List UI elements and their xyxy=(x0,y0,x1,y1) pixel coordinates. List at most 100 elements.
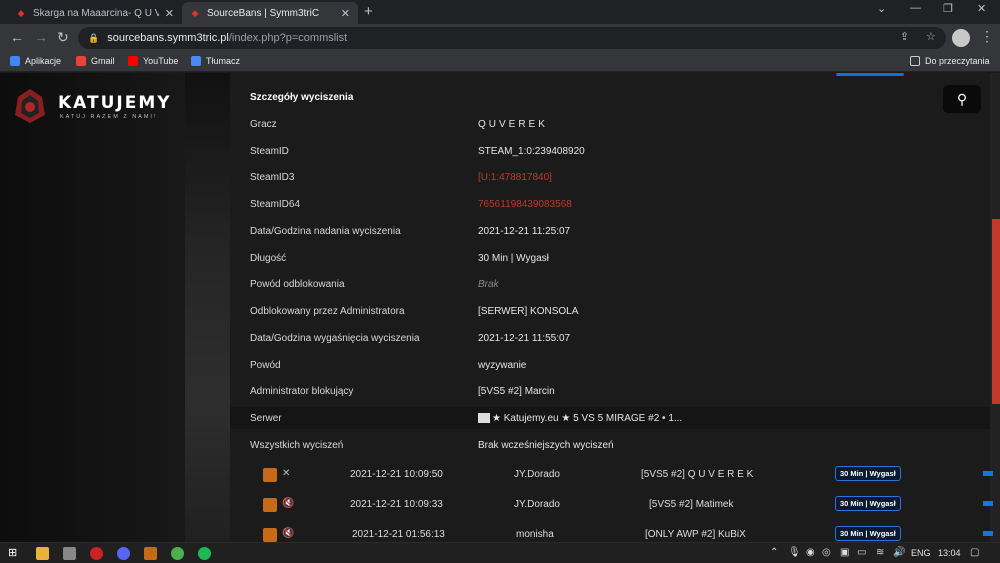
new-tab-button[interactable]: + xyxy=(364,3,373,20)
detail-row-unbanned-by: Odblokowany przez Administratora [SERWER… xyxy=(250,300,850,322)
notification-icon[interactable]: ▢ xyxy=(970,547,979,558)
gmail-icon xyxy=(76,56,86,66)
opera-icon[interactable] xyxy=(90,547,103,560)
bookmark-translate[interactable]: Tłumacz xyxy=(191,56,240,66)
spotify-icon[interactable] xyxy=(198,547,211,560)
detail-key: Wszystkich wyciszeń xyxy=(250,439,344,451)
tab-search-icon[interactable]: ⌄ xyxy=(877,2,886,15)
detail-row-reason: Powód wyzywanie xyxy=(250,354,850,376)
detail-value: [SERWER] KONSOLA xyxy=(478,305,579,317)
detail-value: 30 Min | Wygasł xyxy=(478,252,549,264)
page-viewport: KATUJEMY KATUJ RAZEM Z NAMI! ⚲ Szczegóły… xyxy=(0,73,1000,542)
details-toggle[interactable] xyxy=(983,501,993,506)
history-admin: monisha xyxy=(516,529,554,540)
site-favicon-icon: ◆ xyxy=(191,7,199,18)
microphone-icon[interactable]: 🎙 xyxy=(788,547,801,558)
history-row[interactable]: ✕ 2021-12-21 10:09:50 JY.Dorado [5VS5 #2… xyxy=(250,461,993,487)
history-row[interactable]: 🔇 2021-12-21 01:56:13 monisha [ONLY AWP … xyxy=(250,521,993,542)
scrollbar-thumb[interactable] xyxy=(992,219,1000,404)
server-name: ★ Katujemy.eu ★ 5 VS 5 MIRAGE #2 • 1... xyxy=(492,412,683,424)
detail-value-server: ★ Katujemy.eu ★ 5 VS 5 MIRAGE #2 • 1... xyxy=(478,413,682,424)
bookmark-apps[interactable]: Aplikacje xyxy=(10,56,61,66)
bookmark-label: Gmail xyxy=(91,56,115,66)
tab-close-icon[interactable]: ✕ xyxy=(165,7,174,20)
history-player: [5VS5 #2] Q U V E R E K xyxy=(641,469,754,480)
display-tray-icon[interactable]: ▭ xyxy=(857,547,866,558)
translate-icon xyxy=(191,56,201,66)
detail-row-server: Serwer ★ Katujemy.eu ★ 5 VS 5 MIRAGE #2 … xyxy=(250,407,850,429)
reading-list[interactable]: Do przeczytania xyxy=(910,56,990,66)
detail-value: Brak xyxy=(478,278,499,290)
detail-row-steamid: SteamID STEAM_1:0:239408920 xyxy=(250,140,850,162)
mute-icon: 🔇 xyxy=(282,528,295,539)
scrolled-badge-edge xyxy=(836,73,904,76)
url-host: sourcebans.symm3tric.pl xyxy=(107,32,229,44)
browser-menu-icon[interactable]: ⋮ xyxy=(980,28,994,45)
volume-icon[interactable]: 🔊 xyxy=(893,547,905,558)
logo-subtitle: KATUJ RAZEM Z NAMI! xyxy=(60,114,158,120)
language-indicator[interactable]: ENG xyxy=(911,548,931,558)
detail-key: SteamID xyxy=(250,145,289,157)
youtube-icon xyxy=(128,56,138,66)
discord-icon[interactable] xyxy=(117,547,130,560)
clock[interactable]: 13:04 xyxy=(938,548,961,558)
mute-icon: 🔇 xyxy=(282,498,295,509)
detail-key: Administrator blokujący xyxy=(250,385,354,397)
csgo-icon[interactable] xyxy=(144,547,157,560)
minimize-icon[interactable]: — xyxy=(910,2,921,14)
site-favicon-icon: ◆ xyxy=(17,7,25,18)
store-icon[interactable] xyxy=(63,547,76,560)
profile-avatar[interactable] xyxy=(952,29,970,47)
details-toggle[interactable] xyxy=(983,471,993,476)
history-admin: JY.Dorado xyxy=(514,469,560,480)
restore-icon[interactable]: ❐ xyxy=(943,2,953,15)
discord-tray-icon[interactable]: ◉ xyxy=(806,547,815,558)
chrome-icon[interactable] xyxy=(171,547,184,560)
sidebar-edge xyxy=(185,73,230,542)
tab-close-icon[interactable]: ✕ xyxy=(341,7,350,20)
detail-value: 2021-12-21 11:25:07 xyxy=(478,225,571,237)
detail-row-player: Gracz QUVEREK xyxy=(250,113,850,135)
address-toolbar: ← → ↻ 🔒 sourcebans.symm3tric.pl /index.p… xyxy=(0,24,1000,52)
close-window-icon[interactable]: ✕ xyxy=(977,2,986,15)
reading-list-label: Do przeczytania xyxy=(925,56,990,66)
game-icon xyxy=(263,528,277,542)
details-toggle[interactable] xyxy=(983,531,993,536)
share-icon[interactable]: ⇪ xyxy=(900,30,909,43)
history-date: 2021-12-21 10:09:50 xyxy=(350,469,443,480)
network-tray-icon[interactable]: ▣ xyxy=(840,547,849,558)
details-title: Szczegóły wyciszenia xyxy=(250,92,354,103)
tray-chevron-icon[interactable]: ⌃ xyxy=(770,547,778,558)
windows-start-icon[interactable]: ⊞ xyxy=(8,546,21,559)
bookmark-gmail[interactable]: Gmail xyxy=(76,56,115,66)
browser-tab-1[interactable]: ◆ Skarga na Maaarcina- Q U V E R E K ✕ xyxy=(8,2,182,24)
steamid3-link[interactable]: [U:1:478817840] xyxy=(478,172,552,183)
steam-tray-icon[interactable]: ◎ xyxy=(822,547,831,558)
katujemy-logo-icon xyxy=(15,89,45,123)
history-date: 2021-12-21 10:09:33 xyxy=(350,499,443,510)
history-row[interactable]: 🔇 2021-12-21 10:09:33 JY.Dorado [5VS5 #2… xyxy=(250,491,993,517)
detail-key: Powód odblokowania xyxy=(250,278,345,290)
bookmark-star-icon[interactable]: ☆ xyxy=(926,30,936,43)
detail-key: Odblokowany przez Administratora xyxy=(250,305,405,317)
detail-key: Długość xyxy=(250,252,287,264)
forward-icon[interactable]: → xyxy=(34,29,48,45)
history-date: 2021-12-21 01:56:13 xyxy=(352,529,445,540)
url-bar[interactable]: 🔒 sourcebans.symm3tric.pl /index.php?p=c… xyxy=(78,27,946,49)
detail-key: Data/Godzina nadania wyciszenia xyxy=(250,225,401,237)
steamid64-link[interactable]: 76561198439083568 xyxy=(478,199,572,210)
bookmarks-bar: Aplikacje Gmail YouTube Tłumacz Do przec… xyxy=(0,52,1000,72)
browser-tab-2[interactable]: ◆ SourceBans | Symm3triC ✕ xyxy=(182,2,358,24)
back-icon[interactable]: ← xyxy=(10,29,24,45)
detail-row-steamid3: SteamID3 [U:1:478817840] xyxy=(250,166,850,188)
bookmark-youtube[interactable]: YouTube xyxy=(128,56,178,66)
detail-key: Powód xyxy=(250,359,281,371)
reload-icon[interactable]: ↻ xyxy=(57,29,69,46)
detail-value: 2021-12-21 11:55:07 xyxy=(478,332,571,344)
file-explorer-icon[interactable] xyxy=(36,547,49,560)
length-badge: 30 Min | Wygasł xyxy=(835,496,901,511)
search-button[interactable]: ⚲ xyxy=(943,85,981,113)
detail-key: SteamID64 xyxy=(250,198,301,210)
reading-list-icon xyxy=(910,56,920,66)
wifi-icon[interactable]: ≋ xyxy=(876,547,884,558)
